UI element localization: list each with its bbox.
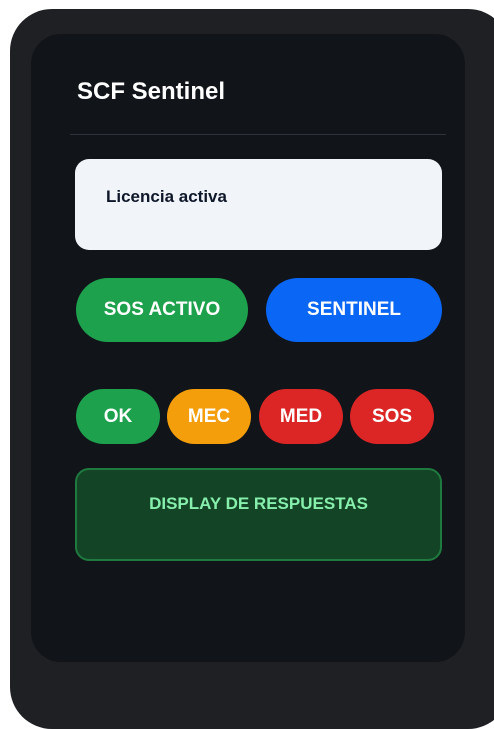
header-divider bbox=[70, 134, 446, 135]
sos-button[interactable]: SOS bbox=[350, 389, 434, 444]
license-status-text: Licencia activa bbox=[106, 187, 227, 206]
sos-active-button[interactable]: SOS ACTIVO bbox=[76, 278, 248, 342]
responses-display-label: DISPLAY DE RESPUESTAS bbox=[149, 494, 368, 513]
license-card: Licencia activa bbox=[75, 159, 442, 250]
med-button[interactable]: MED bbox=[259, 389, 343, 444]
ok-button[interactable]: OK bbox=[76, 389, 160, 444]
mec-button[interactable]: MEC bbox=[167, 389, 251, 444]
app-screen bbox=[31, 34, 465, 662]
app-title: SCF Sentinel bbox=[77, 78, 226, 105]
sentinel-button[interactable]: SENTINEL bbox=[266, 278, 442, 342]
responses-display: DISPLAY DE RESPUESTAS bbox=[75, 468, 442, 561]
